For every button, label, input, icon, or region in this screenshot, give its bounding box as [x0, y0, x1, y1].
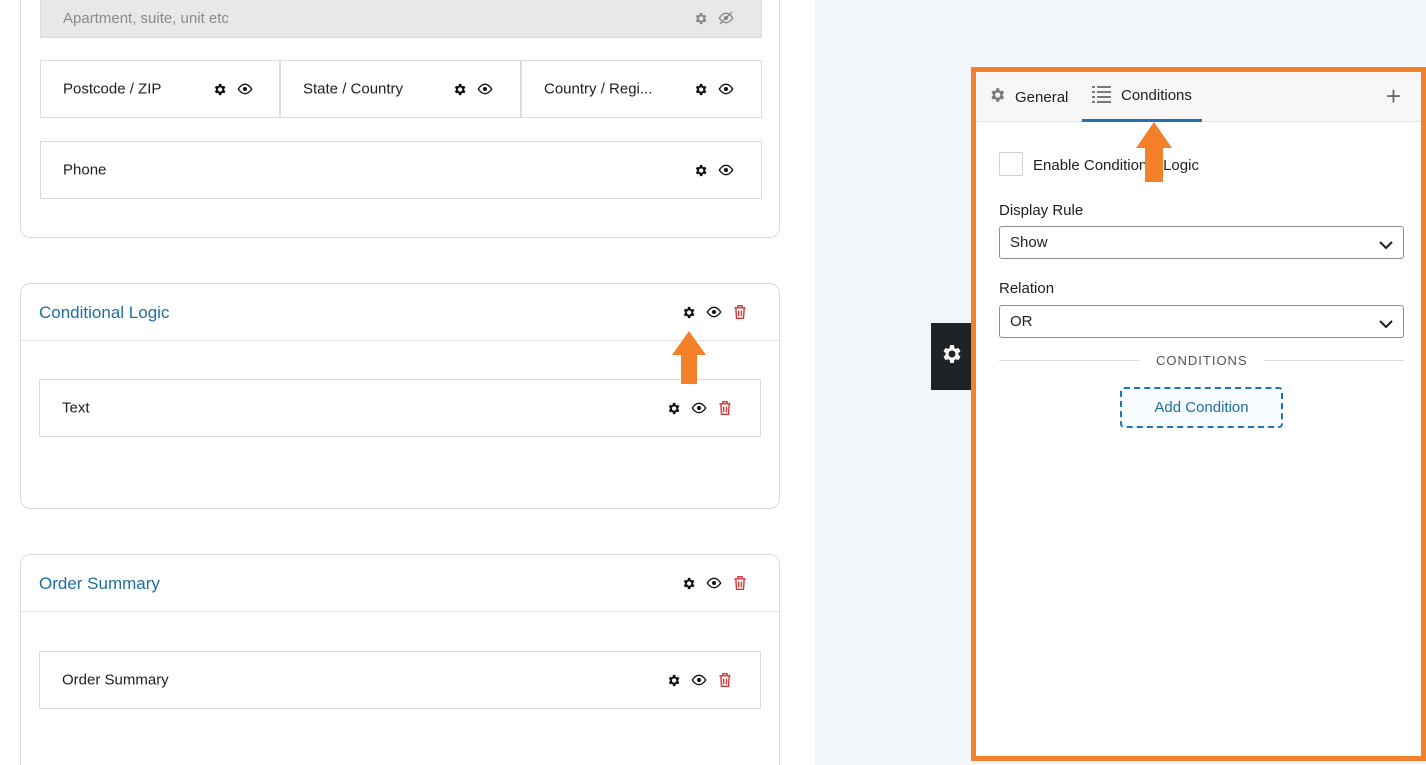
enable-conditional-logic-checkbox[interactable] — [999, 152, 1023, 176]
country-field[interactable]: Country / Regi... — [521, 60, 762, 118]
form-builder-canvas: Apartment, suite, unit etc Postcode / ZI… — [0, 0, 815, 765]
trash-icon[interactable] — [732, 575, 748, 591]
plus-icon[interactable]: + — [1386, 83, 1401, 109]
eye-icon[interactable] — [706, 575, 722, 591]
eye-icon[interactable] — [718, 81, 734, 97]
section-header: Order Summary — [21, 555, 779, 612]
relation-label: Relation — [999, 280, 1055, 297]
eye-icon[interactable] — [718, 162, 734, 178]
tab-general-label: General — [1015, 88, 1069, 106]
chevron-down-icon — [1379, 237, 1393, 255]
text-field-label: Text — [62, 399, 90, 417]
order-summary-field[interactable]: Order Summary — [39, 651, 761, 709]
add-condition-button[interactable]: Add Condition — [1120, 387, 1283, 428]
order-summary-label: Order Summary — [62, 671, 169, 689]
section-title[interactable]: Order Summary — [39, 574, 160, 594]
gear-icon[interactable] — [692, 81, 708, 97]
state-field[interactable]: State / Country — [280, 60, 521, 118]
eye-icon[interactable] — [706, 304, 722, 320]
tab-general[interactable]: General — [988, 72, 1068, 122]
settings-toggle-button[interactable] — [931, 323, 971, 390]
eye-icon[interactable] — [691, 400, 707, 416]
display-rule-select[interactable]: Show — [999, 226, 1404, 259]
relation-value: OR — [1010, 313, 1033, 330]
settings-tabs: General Conditions + — [976, 72, 1421, 122]
phone-field[interactable]: Phone — [40, 141, 762, 199]
address-line2-field[interactable]: Apartment, suite, unit etc — [40, 0, 762, 38]
address-line2-placeholder: Apartment, suite, unit etc — [63, 10, 229, 27]
trash-icon[interactable] — [732, 304, 748, 320]
gear-icon[interactable] — [680, 304, 696, 320]
gear-icon[interactable] — [680, 575, 696, 591]
text-field[interactable]: Text — [39, 379, 761, 437]
field-settings-panel: General Conditions + Enable Conditional … — [971, 67, 1426, 761]
enable-conditional-logic-label: Enable Conditional Logic — [1033, 157, 1199, 174]
eye-hidden-icon[interactable] — [718, 10, 734, 26]
list-icon — [1092, 85, 1112, 107]
display-rule-value: Show — [1010, 234, 1048, 251]
gear-icon[interactable] — [665, 672, 681, 688]
phone-label: Phone — [63, 161, 107, 179]
tab-conditions-label: Conditions — [1121, 87, 1192, 104]
gear-icon[interactable] — [665, 400, 681, 416]
order-summary-section: Order Summary Order Summary — [20, 554, 780, 765]
billing-address-card: Apartment, suite, unit etc Postcode / ZI… — [20, 0, 780, 238]
gear-icon[interactable] — [692, 162, 708, 178]
conditional-logic-section: Conditional Logic Text — [20, 283, 780, 509]
gear-icon — [988, 86, 1006, 108]
chevron-down-icon — [1379, 316, 1393, 334]
conditions-heading: CONDITIONS — [1156, 353, 1248, 368]
display-rule-label: Display Rule — [999, 202, 1084, 219]
section-title[interactable]: Conditional Logic — [39, 303, 169, 323]
trash-icon[interactable] — [717, 400, 733, 416]
divider-left — [999, 360, 1139, 361]
country-label: Country / Regi... — [544, 80, 653, 98]
gear-icon[interactable] — [692, 10, 708, 26]
trash-icon[interactable] — [717, 672, 733, 688]
eye-icon[interactable] — [691, 672, 707, 688]
postcode-field[interactable]: Postcode / ZIP — [40, 60, 280, 118]
postcode-label: Postcode / ZIP — [63, 80, 162, 98]
gear-icon[interactable] — [211, 81, 227, 97]
section-header: Conditional Logic — [21, 284, 779, 341]
gear-icon — [939, 342, 963, 371]
tab-conditions[interactable]: Conditions — [1082, 72, 1202, 122]
divider-right — [1264, 360, 1404, 361]
eye-icon[interactable] — [237, 81, 253, 97]
state-label: State / Country — [303, 80, 404, 98]
eye-icon[interactable] — [477, 81, 493, 97]
gear-icon[interactable] — [451, 81, 467, 97]
annotation-arrow-icon — [672, 331, 706, 384]
relation-select[interactable]: OR — [999, 305, 1404, 338]
annotation-arrow-icon — [1136, 122, 1172, 182]
